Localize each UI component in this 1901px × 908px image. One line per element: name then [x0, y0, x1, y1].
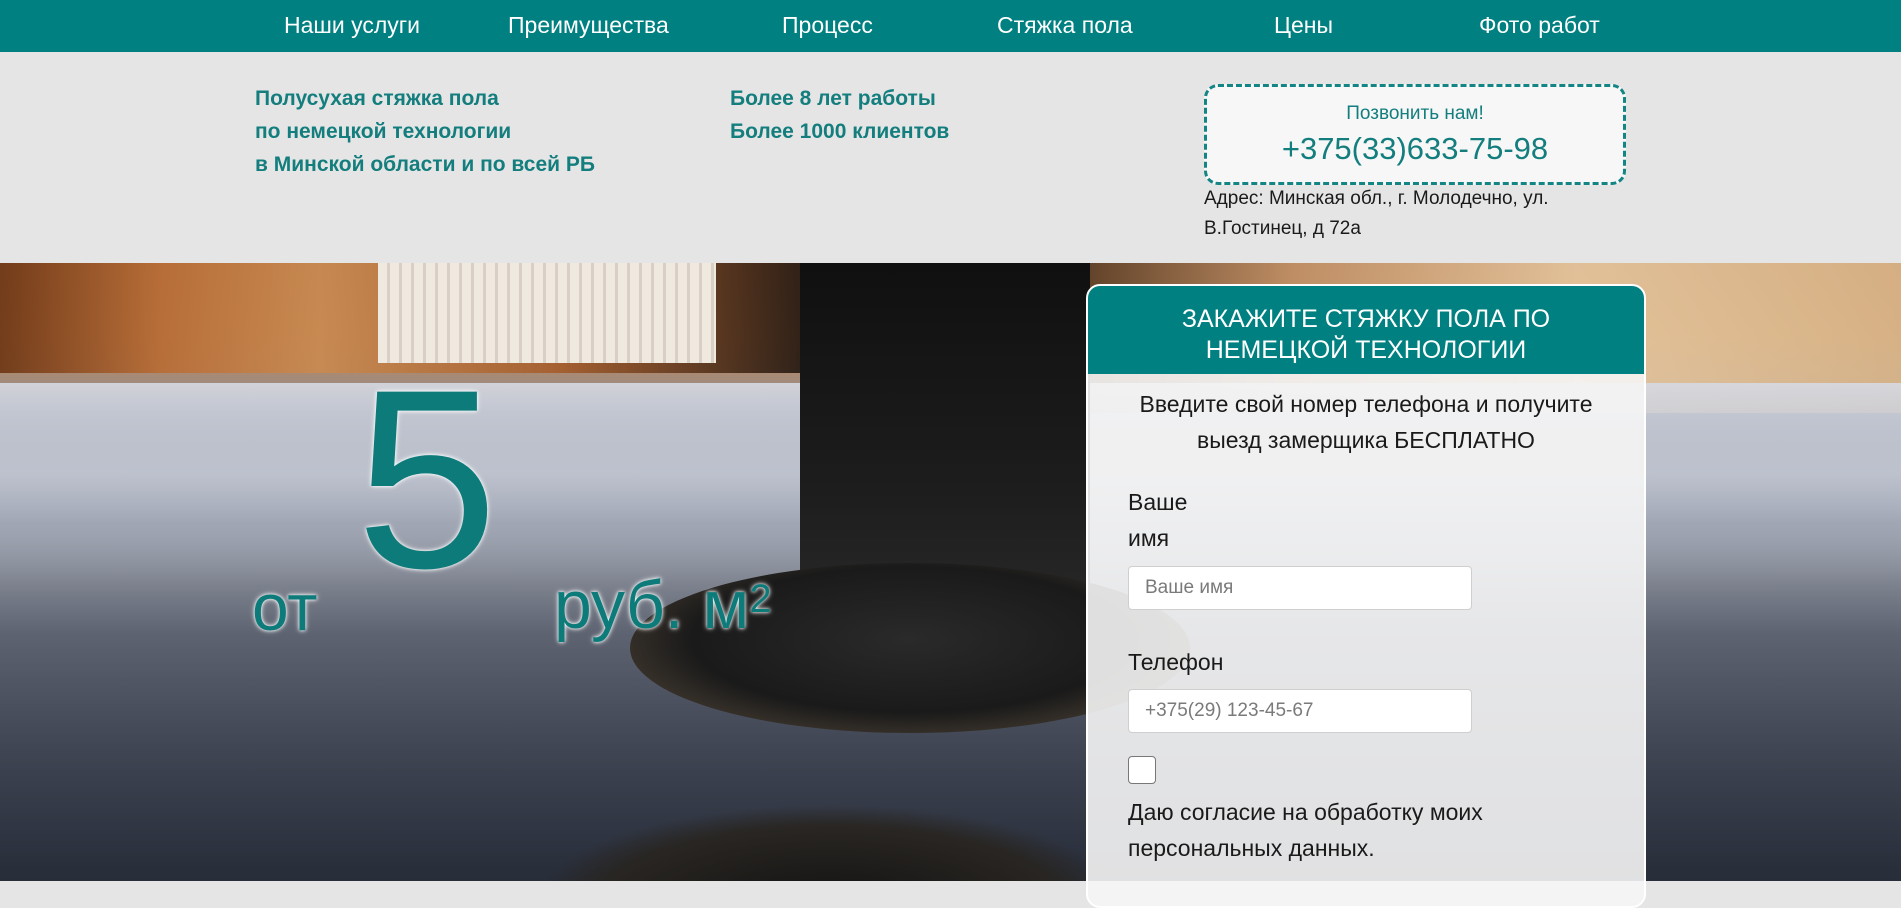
company-stats: Более 8 лет работы Более 1000 клиентов [730, 82, 949, 148]
nav-item-process[interactable]: Процесс [782, 0, 873, 52]
top-nav: Наши услуги Преимущества Процесс Стяжка … [0, 0, 1901, 52]
stat-years: Более 8 лет работы [730, 87, 936, 110]
name-input[interactable] [1128, 566, 1472, 610]
tagline-line: по немецкой технологии [255, 120, 512, 143]
order-form-title: ЗАКАЖИТЕ СТЯЖКУ ПОЛА ПО НЕМЕЦКОЙ ТЕХНОЛО… [1088, 286, 1644, 374]
stat-clients: Более 1000 клиентов [730, 120, 950, 143]
consent-label[interactable]: Даю согласие на обработку моих персональ… [1128, 794, 1548, 866]
tagline-line: Полусухая стяжка пола [255, 87, 499, 110]
address: Адрес: Минская обл., г. Молодечно, ул. В… [1204, 188, 1549, 239]
tagline: Полусухая стяжка пола по немецкой технол… [255, 82, 595, 181]
phone-input[interactable] [1128, 689, 1472, 733]
price-value: 5 [356, 337, 498, 622]
phone-number[interactable]: +375(33)633-75-98 [1207, 131, 1623, 167]
price-from: от [252, 570, 318, 644]
order-form: ЗАКАЖИТЕ СТЯЖКУ ПОЛА ПО НЕМЕЦКОЙ ТЕХНОЛО… [1086, 284, 1646, 908]
nav-item-prices[interactable]: Цены [1274, 0, 1333, 52]
nav-item-advantages[interactable]: Преимущества [508, 0, 669, 52]
order-form-subtitle: Введите свой номер телефона и получите в… [1139, 391, 1593, 453]
price-unit: руб. м2 [554, 568, 772, 642]
consent-checkbox[interactable] [1128, 756, 1156, 784]
call-label: Позвонить нам! [1346, 103, 1484, 124]
price-unit-superscript: 2 [749, 577, 772, 621]
name-label: Ваше имя [1128, 489, 1188, 551]
call-us-box[interactable]: Позвонить нам! +375(33)633-75-98 [1204, 84, 1626, 185]
nav-item-services[interactable]: Наши услуги [284, 0, 420, 52]
tagline-line: в Минской области и по всей РБ [255, 153, 595, 176]
phone-label: Телефон [1128, 649, 1224, 675]
nav-item-photos[interactable]: Фото работ [1479, 0, 1600, 52]
price-unit-text: руб. м [554, 567, 750, 643]
nav-item-floor-screed[interactable]: Стяжка пола [997, 0, 1133, 52]
